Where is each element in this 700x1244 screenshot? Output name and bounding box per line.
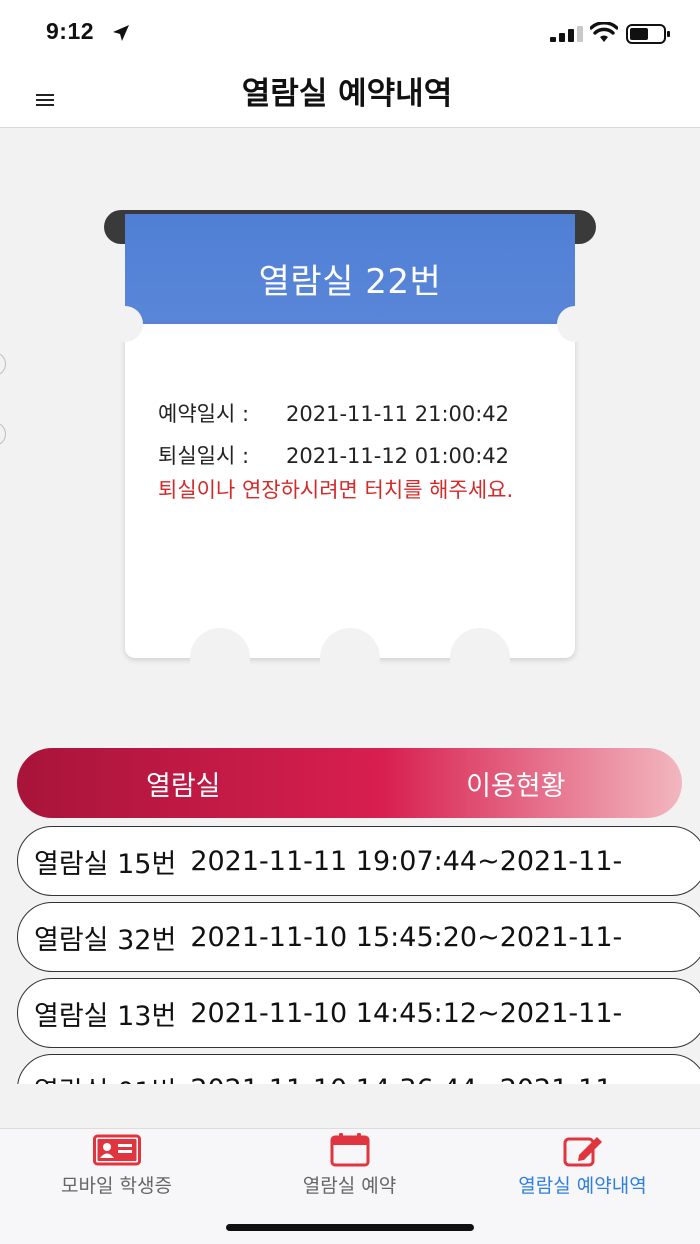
nav-label: 열람실 예약내역 <box>518 1175 647 1197</box>
tab-usage-status[interactable]: 이용현황 <box>350 748 683 818</box>
history-period: 2021-11-10 14:45:12~2021-11- <box>190 997 623 1029</box>
status-time: 9:12 <box>46 18 95 44</box>
history-room: 열람실 01번 <box>34 1070 176 1085</box>
history-period: 2021-11-10 15:45:20~2021-11- <box>190 921 623 953</box>
ticket-notch <box>190 628 250 688</box>
status-bar: 9:12 <box>0 0 700 60</box>
calendar-icon <box>330 1133 369 1167</box>
reserve-time-label: 예약일시 : <box>158 402 250 426</box>
nav-label: 열람실 예약 <box>302 1175 397 1197</box>
ticket-notch <box>450 628 510 688</box>
checkout-time-row: 퇴실일시 : 2021-11-12 01:00:42 <box>158 440 509 470</box>
ticket-room-title: 열람실 22번 <box>258 261 442 302</box>
nav-reading-room-reserve[interactable]: 열람실 예약 <box>233 1129 466 1209</box>
cellular-signal-icon <box>550 26 583 42</box>
reserve-time-row: 예약일시 : 2021-11-11 21:00:42 <box>158 398 509 428</box>
history-room: 열람실 13번 <box>34 1000 177 1032</box>
edit-note-icon <box>563 1137 602 1167</box>
home-indicator <box>226 1224 474 1231</box>
touch-notice: 퇴실이나 연장하시려면 터치를 해주세요. <box>158 478 514 502</box>
edge-dot <box>0 422 6 446</box>
nav-label: 모바일 학생증 <box>61 1175 172 1197</box>
student-id-card-icon <box>92 1134 141 1166</box>
page-title: 열람실 예약내역 <box>241 76 453 112</box>
status-tab-bar: 열람실 이용현황 <box>17 748 682 818</box>
history-item[interactable]: 열람실 01번 2021-11-10 14:36:44~2021-11- <box>17 1054 700 1084</box>
ticket-notch <box>107 306 143 342</box>
battery-icon <box>626 24 670 44</box>
reservation-history-list[interactable]: 열람실 15번 2021-11-11 19:07:44~2021-11- 열람실… <box>0 820 700 1084</box>
checkout-time-value: 2021-11-12 01:00:42 <box>286 444 510 468</box>
location-arrow-icon <box>113 25 129 41</box>
tab-reading-room[interactable]: 열람실 <box>17 748 350 818</box>
ticket-header[interactable]: 열람실 22번 <box>125 214 575 324</box>
nav-reservation-history[interactable]: 열람실 예약내역 <box>466 1129 699 1209</box>
wifi-icon <box>590 22 618 42</box>
history-room: 열람실 32번 <box>34 924 177 956</box>
ticket-notch <box>557 306 593 342</box>
history-item[interactable]: 열람실 32번 2021-11-10 15:45:20~2021-11- <box>17 902 700 972</box>
ticket-notch <box>320 628 380 688</box>
nav-mobile-student-id[interactable]: 모바일 학생증 <box>0 1129 233 1209</box>
history-period: 2021-11-10 14:36:44~2021-11- <box>190 1074 622 1085</box>
history-item[interactable]: 열람실 13번 2021-11-10 14:45:12~2021-11- <box>17 978 700 1048</box>
checkout-time-label: 퇴실일시 : <box>158 444 250 468</box>
reserve-time-value: 2021-11-11 21:00:42 <box>286 402 510 426</box>
edge-dot <box>0 352 6 376</box>
history-period: 2021-11-11 19:07:44~2021-11- <box>190 845 623 877</box>
history-item[interactable]: 열람실 15번 2021-11-11 19:07:44~2021-11- <box>17 826 700 896</box>
app-header: 열람실 예약내역 <box>0 60 700 128</box>
reservation-ticket[interactable]: 열람실 22번 예약일시 : 2021-11-11 21:00:42 퇴실일시 :… <box>104 210 596 688</box>
history-room: 열람실 15번 <box>34 848 177 880</box>
